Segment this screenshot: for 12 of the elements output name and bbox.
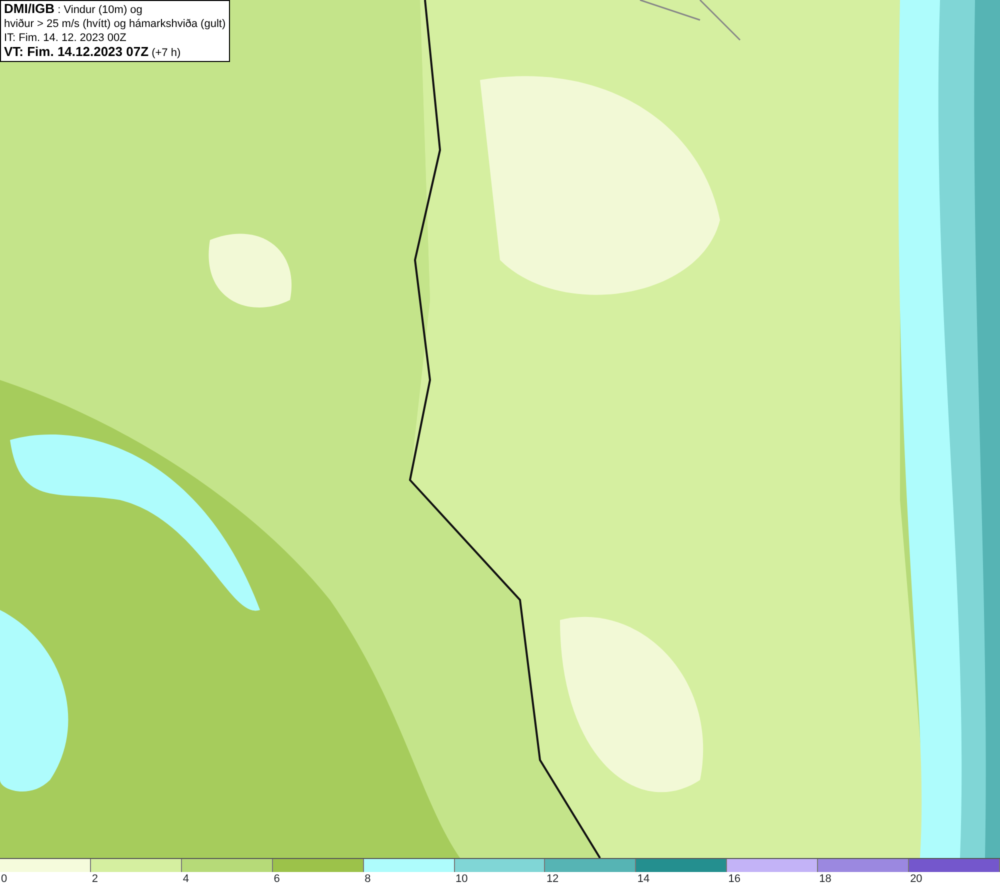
scale-label: 12	[546, 873, 559, 885]
map-legend: DMI/IGB : Vindur (10m) og hviður > 25 m/s (hvítt) og hámarkshviða (gult) IT: Fim. 14. 12. 2023 00Z VT: Fim. 14.12.2023 07Z (+7 h)	[0, 0, 230, 62]
scale-label: 18	[819, 873, 832, 885]
scale-label: 6	[274, 873, 280, 885]
scale-label: 16	[728, 873, 740, 885]
scale-label: 20	[910, 873, 922, 885]
scale-label: 2	[92, 873, 98, 885]
scale-label: 8	[364, 873, 371, 885]
scale-label: 10	[456, 873, 468, 885]
scale-label: 4	[182, 873, 189, 885]
scale-label: 14	[637, 873, 650, 885]
scale-label: 0	[1, 873, 8, 885]
